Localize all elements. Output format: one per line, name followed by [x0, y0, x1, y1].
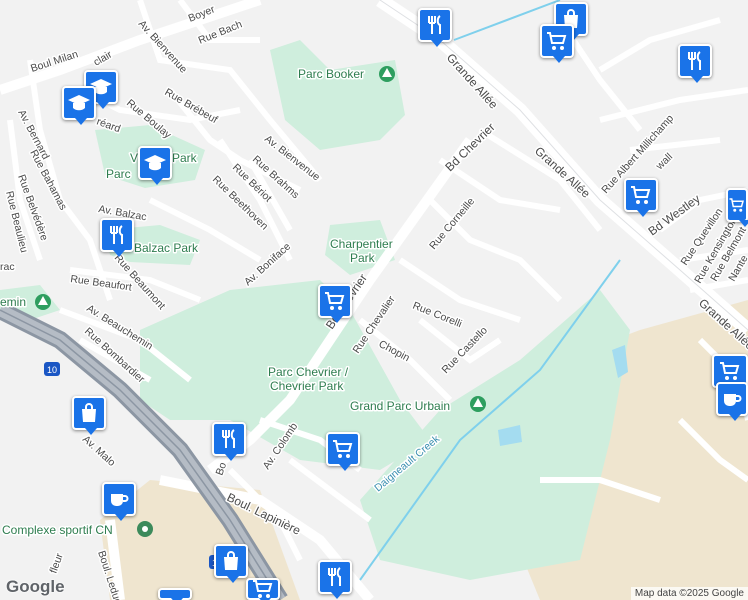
grocery-cart-icon[interactable] [318, 284, 352, 323]
highway-shield-label: 10 [47, 365, 57, 375]
school-icon[interactable] [62, 86, 96, 125]
grocery-cart-icon[interactable] [624, 178, 658, 217]
street-label: wall [653, 151, 675, 173]
park-label: Park [350, 251, 376, 265]
park-label: Charpentier [330, 237, 393, 251]
shopping-bag-icon[interactable] [214, 544, 248, 583]
street-label: Bd Chevrier [442, 120, 497, 174]
parc-booker-area [270, 40, 405, 150]
restaurant-icon[interactable] [100, 218, 134, 257]
park-pin-icon[interactable] [35, 294, 51, 310]
street-label: Av. Malo [80, 433, 118, 469]
cafe-icon[interactable] [102, 482, 136, 521]
park-label: Parc Chevrier / [268, 365, 349, 379]
school-icon[interactable] [138, 146, 172, 185]
grocery-cart-icon[interactable] [326, 432, 360, 471]
cafe-icon[interactable] [716, 382, 748, 421]
park-label: Park [172, 151, 198, 165]
park-label: V [130, 151, 138, 165]
grocery-cart-icon[interactable] [540, 24, 574, 63]
street-label: Chopin [377, 338, 412, 364]
restaurant-icon[interactable] [212, 422, 246, 461]
google-logo: Google [6, 577, 65, 596]
map-attribution[interactable]: Map data ©2025 Google [630, 587, 748, 600]
place-label: Complexe sportif CN [2, 523, 113, 537]
sports-pin-icon[interactable] [137, 521, 153, 537]
grocery-cart-icon[interactable] [158, 588, 192, 600]
park-label: Parc Booker [298, 67, 364, 81]
street-label: fleur [48, 551, 66, 575]
grocery-cart-icon[interactable] [246, 578, 280, 600]
highway-shield: 10 [44, 362, 60, 376]
street-label: Rue Corelli [411, 300, 464, 331]
grocery-cart-icon[interactable] [726, 188, 748, 227]
restaurant-icon[interactable] [678, 44, 712, 83]
park-label: Chevrier Park [270, 379, 344, 393]
park-pin-icon[interactable] [470, 396, 486, 412]
park-label: emin [0, 295, 26, 309]
restaurant-icon[interactable] [418, 8, 452, 47]
park-label: Parc [106, 167, 131, 181]
street-label: rac [0, 261, 15, 273]
restaurant-icon[interactable] [318, 560, 352, 599]
shopping-bag-icon[interactable] [72, 396, 106, 435]
park-label: Grand Parc Urbain [350, 399, 450, 413]
street-label: Av. Boniface [242, 240, 293, 288]
park-pin-icon[interactable] [379, 66, 395, 82]
park-label: Balzac Park [134, 241, 199, 255]
map-canvas[interactable]: 10 10 Boul Milan Boyer Rue Bach Av. Bien… [0, 0, 748, 600]
